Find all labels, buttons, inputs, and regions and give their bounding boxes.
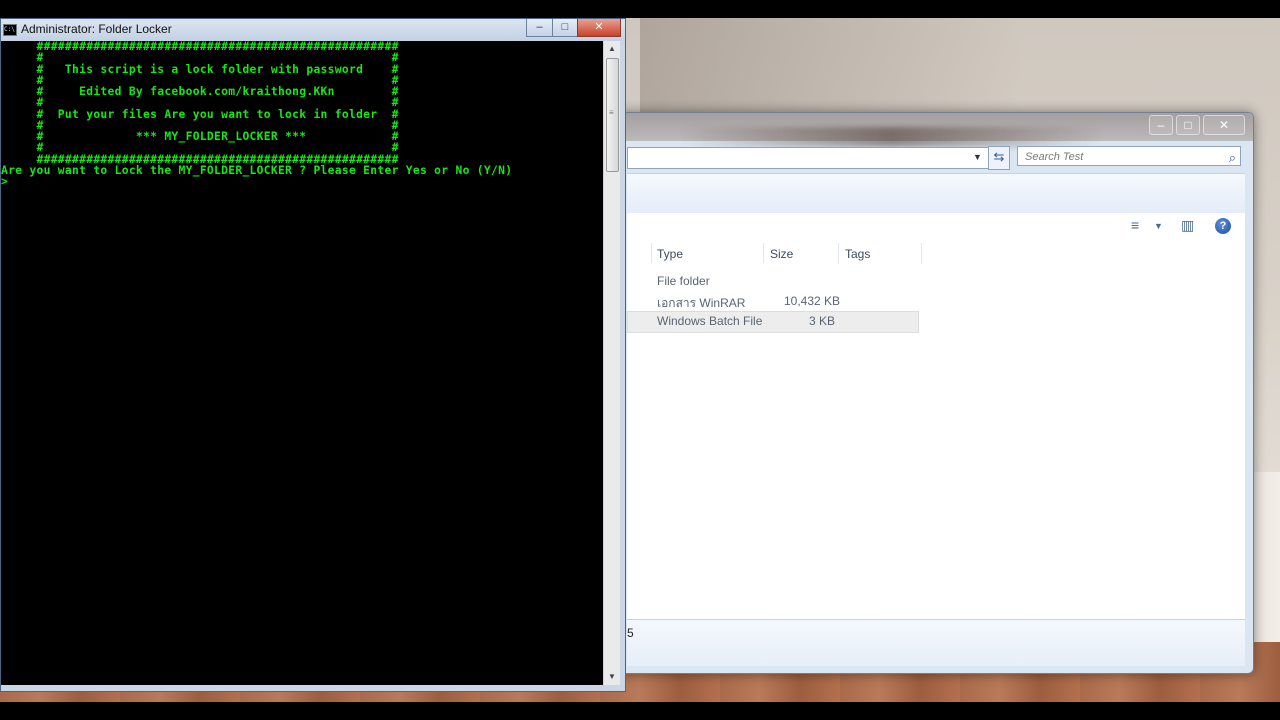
address-bar[interactable] — [627, 147, 989, 169]
file-type: Windows Batch File — [657, 314, 763, 328]
column-header-size[interactable]: Size — [770, 247, 793, 261]
column-header-tags[interactable]: Tags — [845, 247, 870, 261]
scroll-down-icon[interactable]: ▼ — [604, 669, 620, 685]
file-row-selected[interactable]: Windows Batch File 3 KB — [627, 311, 919, 333]
refresh-button[interactable]: ⇆ — [988, 146, 1010, 170]
view-toolbar — [627, 213, 1245, 242]
column-header-type[interactable]: Type — [657, 247, 683, 261]
scroll-up-icon[interactable]: ▲ — [604, 41, 620, 57]
console-window: C:\ Administrator: Folder Locker – □ ✕ #… — [0, 18, 626, 692]
column-separator — [763, 243, 764, 263]
column-separator — [651, 243, 652, 263]
explorer-maximize-button[interactable]: □ — [1176, 115, 1200, 135]
search-placeholder: Search Test — [1025, 151, 1084, 163]
preview-pane-icon[interactable]: ▥ — [1181, 217, 1194, 234]
console-title: Administrator: Folder Locker — [21, 22, 172, 36]
console-screen[interactable]: ########################################… — [1, 41, 603, 685]
view-dropdown-icon[interactable]: ▼ — [1154, 221, 1163, 231]
address-dropdown-icon[interactable]: ▼ — [973, 152, 982, 162]
column-separator — [838, 243, 839, 263]
search-input[interactable]: Search Test ⌕ — [1017, 146, 1241, 166]
help-icon[interactable]: ? — [1215, 218, 1231, 234]
explorer-titlebar[interactable]: – □ ✕ — [601, 113, 1253, 147]
console-maximize-button[interactable]: □ — [552, 19, 578, 37]
console-titlebar[interactable]: C:\ Administrator: Folder Locker – □ ✕ — [1, 19, 625, 41]
console-output: ########################################… — [1, 41, 513, 188]
search-icon[interactable]: ⌕ — [1229, 148, 1236, 168]
titlebar-reflection — [681, 127, 1101, 147]
item-count: 5 — [627, 626, 634, 640]
grip-icon: ≡ — [609, 108, 614, 117]
console-close-button[interactable]: ✕ — [577, 19, 621, 37]
console-scrollbar[interactable]: ▲ ≡ ▼ — [603, 41, 620, 685]
explorer-window: – □ ✕ ▼ ⇆ Search Test ⌕ ≡ ▼ ▥ ? Type Siz… — [600, 112, 1254, 674]
details-pane: 5 — [627, 619, 1245, 666]
file-row[interactable]: File folder — [627, 272, 917, 292]
cmd-icon[interactable]: C:\ — [3, 24, 17, 36]
change-view-icon[interactable]: ≡ — [1131, 217, 1139, 233]
file-list: Type Size Tags File folder เอกสาร WinRAR… — [627, 241, 1245, 619]
console-border — [1, 685, 625, 691]
column-separator — [921, 243, 922, 263]
file-row[interactable]: เอกสาร WinRAR 10,432 KB — [627, 292, 917, 312]
file-size: 10,432 KB — [784, 294, 841, 308]
explorer-close-button[interactable]: ✕ — [1203, 115, 1245, 135]
command-bar — [627, 173, 1245, 215]
console-minimize-button[interactable]: – — [526, 19, 553, 37]
file-size: 3 KB — [809, 314, 836, 328]
scroll-thumb[interactable]: ≡ — [606, 58, 619, 172]
file-type: File folder — [657, 274, 710, 288]
explorer-minimize-button[interactable]: – — [1149, 115, 1173, 135]
